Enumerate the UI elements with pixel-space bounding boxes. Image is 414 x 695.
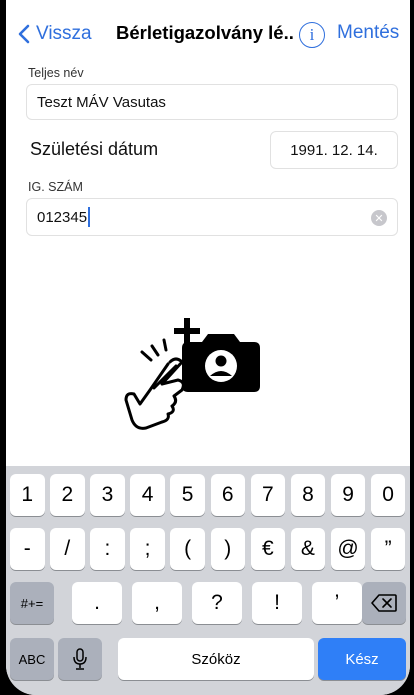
chevron-left-icon bbox=[18, 24, 30, 44]
symbol-key[interactable]: ) bbox=[210, 528, 245, 570]
space-key[interactable]: Szóköz bbox=[118, 638, 314, 680]
symbol-key[interactable]: - bbox=[10, 528, 45, 570]
done-key[interactable]: Kész bbox=[318, 638, 406, 680]
id-number-field[interactable]: 012345 ✕ bbox=[26, 198, 398, 236]
symbol-key[interactable]: / bbox=[50, 528, 85, 570]
punctuation-key[interactable]: ? bbox=[192, 582, 242, 624]
full-name-field[interactable]: Teszt MÁV Vasutas bbox=[26, 84, 398, 120]
back-label: Vissza bbox=[36, 23, 92, 44]
id-number-label: IG. SZÁM bbox=[28, 180, 83, 194]
key-10[interactable]: 0 bbox=[370, 474, 406, 516]
punctuation-key[interactable]: , bbox=[132, 582, 182, 624]
dob-field[interactable]: 1991. 12. 14. bbox=[270, 131, 398, 169]
text-cursor bbox=[88, 207, 91, 227]
symbol-key[interactable]: : bbox=[90, 528, 125, 570]
navigation-bar: Vissza Bérletigazolvány lé... i Mentés bbox=[6, 0, 410, 62]
key-9[interactable]: 9 bbox=[330, 474, 366, 516]
punctuation-key[interactable]: ’ bbox=[312, 582, 362, 624]
symbol-key[interactable]: & bbox=[290, 528, 326, 570]
microphone-icon bbox=[73, 648, 87, 670]
key-1[interactable]: 1 bbox=[10, 474, 45, 516]
key-7[interactable]: 7 bbox=[250, 474, 286, 516]
id-number-value: 012345 bbox=[37, 208, 88, 226]
info-button[interactable]: i bbox=[299, 22, 325, 48]
abc-key[interactable]: ABC bbox=[10, 638, 54, 680]
clear-icon[interactable]: ✕ bbox=[371, 210, 387, 226]
tap-hand-icon bbox=[124, 338, 185, 430]
key-5[interactable]: 5 bbox=[170, 474, 205, 516]
screen: Vissza Bérletigazolvány lé... i Mentés T… bbox=[6, 0, 410, 695]
backspace-icon bbox=[371, 594, 397, 612]
punctuation-key[interactable]: ! bbox=[252, 582, 302, 624]
symbol-key[interactable]: @ bbox=[330, 528, 366, 570]
backspace-key[interactable] bbox=[362, 582, 406, 624]
key-4[interactable]: 4 bbox=[130, 474, 165, 516]
full-name-label: Teljes név bbox=[28, 66, 84, 80]
punctuation-key[interactable]: . bbox=[72, 582, 122, 624]
key-3[interactable]: 3 bbox=[90, 474, 125, 516]
key-8[interactable]: 8 bbox=[290, 474, 326, 516]
symbol-key[interactable]: ” bbox=[370, 528, 406, 570]
add-photo-camera-icon bbox=[174, 318, 260, 392]
back-button[interactable]: Vissza bbox=[18, 19, 92, 49]
add-photo-illustration[interactable] bbox=[116, 310, 276, 440]
page-title: Bérletigazolvány lé... bbox=[116, 22, 294, 43]
keyboard: #+= ABC Szóköz Kész 1 2 3 4 5 6 7 8 9 0 - /:;() € & @”… bbox=[6, 466, 410, 695]
save-button[interactable]: Mentés bbox=[337, 22, 399, 44]
symbol-key[interactable]: ( bbox=[170, 528, 205, 570]
symbol-key[interactable]: ; bbox=[130, 528, 165, 570]
key-2[interactable]: 2 bbox=[50, 474, 85, 516]
info-icon: i bbox=[309, 25, 315, 44]
dob-label: Születési dátum bbox=[30, 139, 159, 159]
dictation-key[interactable] bbox=[58, 638, 102, 680]
symbols-toggle-key[interactable]: #+= bbox=[10, 582, 54, 624]
key-6[interactable]: 6 bbox=[210, 474, 245, 516]
symbol-key[interactable]: € bbox=[250, 528, 286, 570]
full-name-value: Teszt MÁV Vasutas bbox=[37, 93, 166, 111]
dob-value: 1991. 12. 14. bbox=[290, 141, 378, 159]
